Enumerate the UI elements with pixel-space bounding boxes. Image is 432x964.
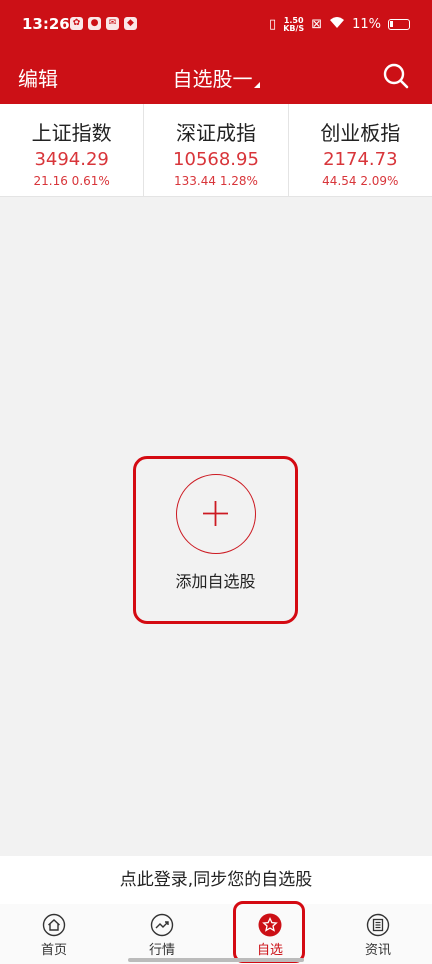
notification-icon: ✿ [70, 17, 83, 30]
status-time: 13:26 [22, 15, 70, 33]
wifi-icon [329, 16, 345, 33]
search-icon[interactable] [382, 62, 410, 90]
tab-label: 资讯 [364, 943, 391, 958]
index-value: 10568.95 [173, 149, 259, 170]
network-speed: 1.50 KB/S [283, 15, 305, 33]
index-name: 深证成指 [175, 121, 256, 145]
trend-icon [150, 913, 174, 937]
status-bar: 13:26 ✿ ● ✉ ◆ ▯ 1.50 KB/S ⊠ 11% [0, 0, 432, 50]
sim-icon: ⊠ [311, 17, 323, 32]
tab-news[interactable]: 资讯 [324, 904, 432, 964]
tab-label: 首页 [40, 943, 67, 958]
tab-market[interactable]: 行情 [108, 904, 216, 964]
watchlist-title[interactable]: 自选股一 [0, 63, 432, 92]
tab-watchlist[interactable]: 自选 [216, 904, 324, 964]
mail-icon: ✉ [106, 17, 119, 30]
vibrate-icon: ▯ [269, 17, 277, 32]
notification-icon: ● [88, 17, 101, 30]
index-change: 133.44 1.28% [174, 174, 258, 188]
index-change: 44.54 2.09% [322, 174, 399, 188]
notification-icons: ✿ ● ✉ ◆ [70, 17, 137, 30]
index-name: 上证指数 [31, 121, 112, 145]
home-icon [42, 913, 66, 937]
status-right: ▯ 1.50 KB/S ⊠ 11% [269, 16, 410, 33]
add-stock-label: 添加自选股 [175, 572, 256, 591]
home-indicator[interactable] [128, 958, 304, 962]
index-name: 创业板指 [320, 121, 401, 145]
index-card[interactable]: 深证成指 10568.95 133.44 1.28% [144, 104, 289, 196]
battery-icon [388, 19, 410, 30]
battery-percent: 11% [352, 17, 381, 32]
notification-icon: ◆ [124, 17, 137, 30]
login-sync-prompt[interactable]: 点此登录,同步您的自选股 [0, 856, 432, 905]
dropdown-triangle-icon [253, 82, 260, 88]
index-value: 3494.29 [34, 149, 109, 170]
index-card[interactable]: 上证指数 3494.29 21.16 0.61% [0, 104, 145, 196]
index-card[interactable]: 创业板指 2174.73 44.54 2.09% [289, 104, 432, 196]
index-change: 21.16 0.61% [33, 174, 110, 188]
star-icon [258, 913, 282, 937]
tab-home[interactable]: 首页 [0, 904, 108, 964]
index-value: 2174.73 [323, 149, 398, 170]
tab-label: 行情 [148, 943, 175, 958]
plus-icon[interactable] [176, 474, 256, 554]
news-icon [366, 913, 390, 937]
add-stock-button[interactable]: 添加自选股 [133, 456, 298, 624]
tab-label: 自选 [256, 943, 283, 958]
bottom-tab-bar: 首页 行情 自选 资讯 [0, 904, 432, 964]
app-header: 编辑 自选股一 [0, 50, 432, 104]
market-indices: 上证指数 3494.29 21.16 0.61% 深证成指 10568.95 1… [0, 104, 432, 197]
